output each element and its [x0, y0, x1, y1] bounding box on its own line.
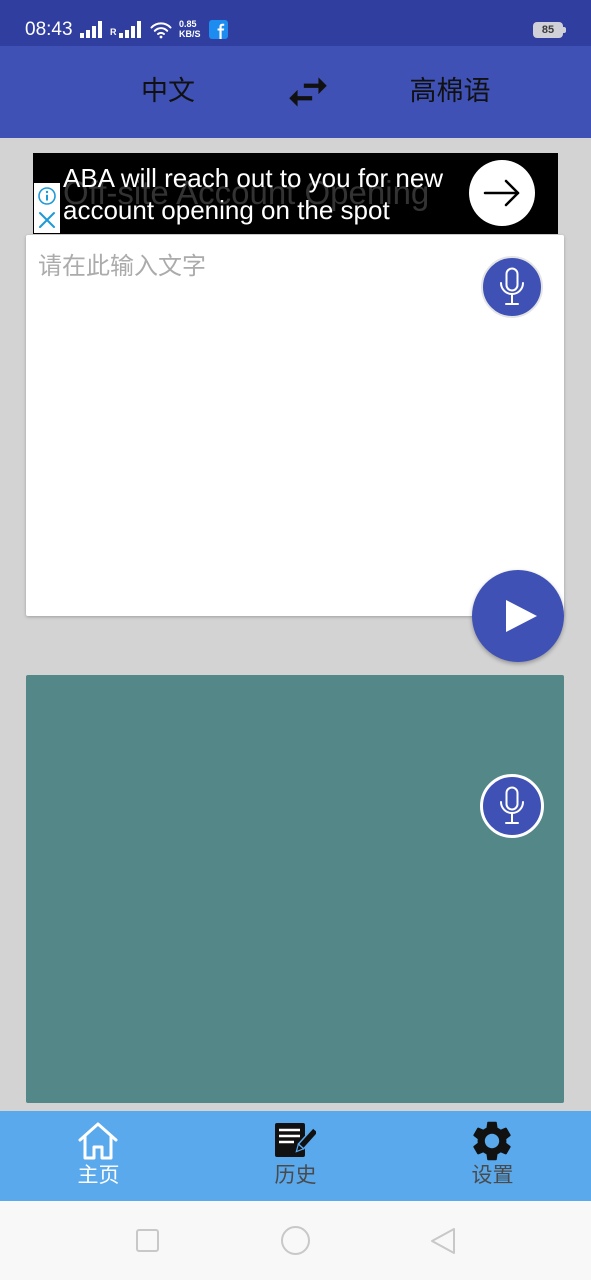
nav-item-home[interactable]: 主页 — [0, 1111, 197, 1201]
cell-signal-icon — [80, 20, 104, 38]
battery-nub — [563, 27, 566, 33]
network-speed-value: 0.85 — [179, 19, 197, 29]
source-text-input[interactable] — [38, 249, 458, 599]
battery-icon: 85 — [533, 22, 563, 38]
swap-languages-button[interactable] — [283, 67, 333, 117]
app-bar: 中文 高棉语 — [0, 46, 591, 138]
nav-item-settings[interactable]: 设置 — [394, 1111, 591, 1201]
history-note-icon[interactable] — [273, 1120, 317, 1162]
nav-label-settings: 设置 — [471, 1163, 514, 1187]
status-bar: 08:43 R 0.85 KB/S 85 — [0, 0, 591, 46]
output-voice-button[interactable] — [480, 774, 544, 838]
ad-headline-line: ABA will reach out to you for new — [63, 163, 444, 193]
ad-headline: ABA will reach out to you for new accoun… — [63, 162, 443, 226]
nav-item-history[interactable]: 历史 — [197, 1111, 394, 1201]
home-circle-icon[interactable] — [281, 1226, 310, 1255]
source-language-button[interactable]: 中文 — [103, 46, 233, 138]
recent-apps-icon[interactable] — [136, 1229, 159, 1252]
back-triangle-icon[interactable] — [429, 1226, 457, 1256]
battery-level: 85 — [541, 24, 555, 36]
input-card — [26, 235, 564, 616]
ad-banner[interactable]: Off-site Account Opening ABA will reach … — [33, 153, 558, 234]
settings-gear-icon[interactable] — [470, 1120, 514, 1162]
bottom-navigation: 主页 历史 设置 — [0, 1111, 591, 1201]
nav-label-home: 主页 — [77, 1163, 120, 1187]
network-speed: 0.85 KB/S — [179, 19, 205, 39]
swap-horiz-icon[interactable] — [283, 67, 333, 117]
mic-icon[interactable] — [499, 786, 525, 826]
ad-headline-line: account opening on the spot — [63, 195, 390, 225]
home-icon[interactable] — [76, 1120, 120, 1162]
facebook-icon — [209, 20, 228, 39]
arrow-right-icon[interactable] — [482, 173, 522, 213]
system-navigation-bar — [0, 1201, 591, 1280]
wifi-icon — [149, 19, 173, 39]
input-voice-button[interactable] — [481, 256, 543, 318]
translate-send-button[interactable] — [472, 570, 564, 662]
nav-label-history: 历史 — [274, 1163, 317, 1187]
ad-cta-button[interactable] — [469, 160, 535, 226]
cell-signal-icon — [119, 20, 143, 38]
target-language-button[interactable]: 高棉语 — [385, 46, 515, 138]
network-speed-unit: KB/S — [179, 29, 201, 39]
close-icon[interactable] — [37, 210, 57, 230]
info-icon[interactable] — [37, 186, 57, 206]
mic-icon[interactable] — [499, 267, 525, 307]
ad-choices — [34, 183, 60, 233]
output-card — [26, 675, 564, 1103]
play-icon[interactable] — [504, 599, 538, 633]
roaming-indicator: R — [110, 27, 117, 37]
status-time: 08:43 — [25, 19, 73, 40]
